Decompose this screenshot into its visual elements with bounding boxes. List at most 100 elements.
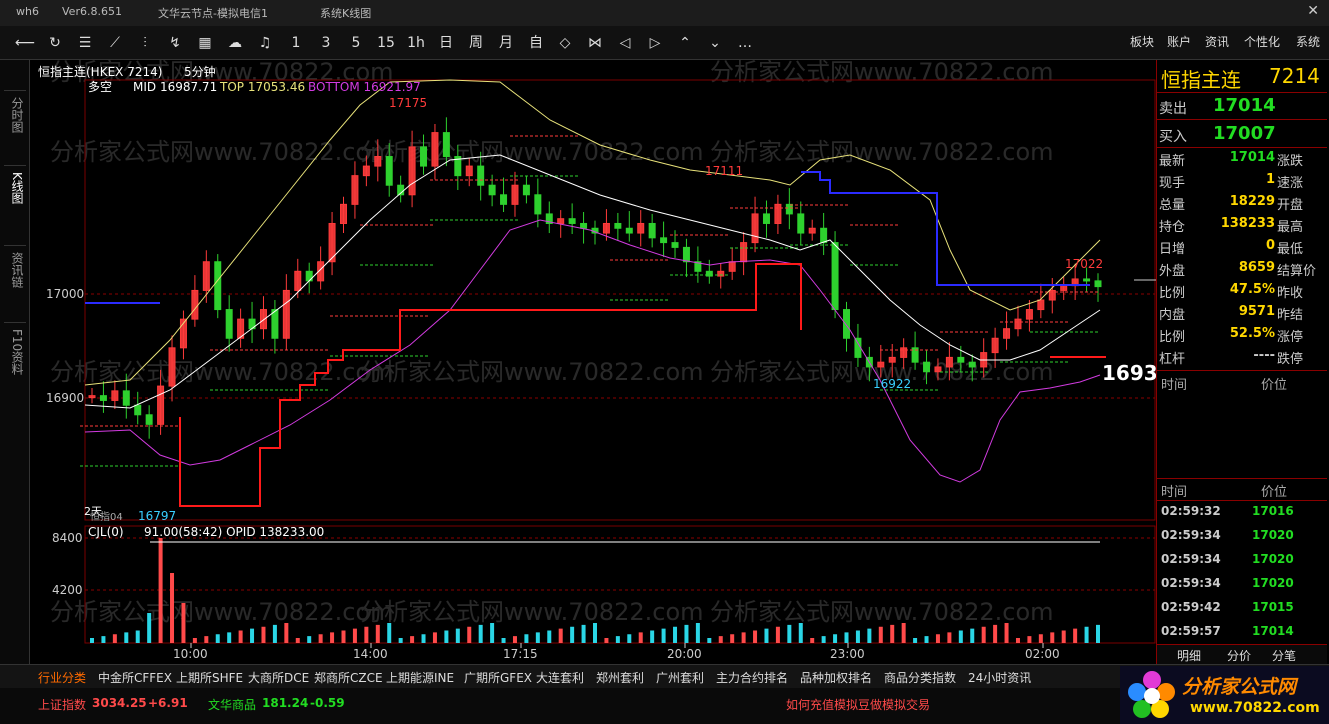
chart-canvas[interactable]: 分析家公式网www.70822.com 分析家公式网www.70822.com 分析… [30, 60, 1156, 664]
candle-fill [900, 347, 907, 358]
candle-fill [934, 366, 941, 372]
close-icon[interactable]: ✕ [1307, 3, 1319, 19]
menu-system[interactable]: 系统 [1296, 33, 1320, 50]
tick-icon[interactable]: ↯ [164, 32, 186, 54]
period-2[interactable]: 3 [316, 32, 336, 54]
quote-row: 比例 52.5% 涨停 [1157, 326, 1327, 347]
period-3[interactable]: 5 [346, 32, 366, 54]
candle-fill [1060, 285, 1067, 291]
candle-fill [580, 223, 587, 229]
menu-news[interactable]: 资讯 [1205, 33, 1229, 50]
period-5[interactable]: 1h [406, 32, 426, 54]
kline-chart[interactable]: 分析家公式网www.70822.com 分析家公式网www.70822.com 分析… [30, 60, 1156, 664]
exchange-tab[interactable]: 大连套利 [536, 669, 584, 686]
quote-row: 比例 47.5% 昨收 [1157, 282, 1327, 303]
exchange-tab[interactable]: 主力合约排名 [716, 669, 788, 686]
more-icon[interactable]: … [734, 32, 756, 54]
move-left-icon[interactable]: ◁ [616, 32, 634, 54]
period-6[interactable]: 日 [436, 32, 456, 54]
candle-fill [877, 362, 884, 367]
high-label: 17175 [389, 96, 427, 110]
tab-detail[interactable]: 明细 [1177, 647, 1201, 664]
exchange-tab[interactable]: 商品分类指数 [884, 669, 956, 686]
candle-fill [306, 271, 313, 281]
menu-account[interactable]: 账户 [1167, 33, 1191, 50]
quote-row-label: 最新 [1159, 154, 1186, 169]
tab-news-chain[interactable]: 资讯链 [4, 245, 26, 294]
period-7[interactable]: 周 [466, 32, 486, 54]
candle-fill [1014, 319, 1021, 329]
candle-fill [443, 132, 450, 157]
tab-kline[interactable]: K线图 [4, 165, 26, 210]
tick-price: 17014 [1252, 624, 1294, 638]
volume-bar [913, 638, 918, 643]
tab-price-distribution[interactable]: 分价 [1227, 647, 1251, 664]
exchange-tab[interactable]: 郑州套利 [596, 669, 644, 686]
volume-label[interactable]: CJL(0) [88, 525, 124, 539]
menu-personalize[interactable]: 个性化 [1244, 33, 1280, 50]
volume-bar [398, 638, 403, 643]
line-chart-icon[interactable]: ⟋ [104, 32, 126, 54]
index2-value: 181.24 [262, 696, 309, 710]
tab-trades[interactable]: 分笔 [1272, 647, 1296, 664]
exchange-tab[interactable]: 郑商所CZCE [314, 669, 383, 686]
move-right-icon[interactable]: ▷ [646, 32, 664, 54]
up-icon[interactable]: ⌃ [676, 32, 694, 54]
chart-symbol[interactable]: 恒指主连(HKEX 7214) [38, 64, 162, 79]
exchange-tab[interactable]: 上期能源INE [386, 669, 454, 686]
candle-fill [992, 338, 999, 353]
indicator-name[interactable]: 多空 [88, 80, 112, 94]
tick-price: 17020 [1252, 576, 1294, 590]
list-icon[interactable]: ☰ [74, 32, 96, 54]
zoom-out-icon[interactable]: ⋈ [586, 32, 604, 54]
candle-fill [283, 290, 290, 339]
candle-fill [123, 390, 130, 406]
y-tick-label: 16900 [46, 391, 84, 405]
candle-fill [603, 223, 610, 234]
exchange-tab[interactable]: 广期所GFEX [464, 669, 532, 686]
index1-name[interactable]: 上证指数 [38, 696, 86, 713]
watermark-text: 分析家公式网www.70822.com [710, 60, 1054, 86]
refresh-icon[interactable]: ↻ [44, 32, 66, 54]
volume-bar [181, 603, 186, 643]
volume-bar [524, 634, 529, 643]
quote-row-label-right: 跌停 [1277, 352, 1304, 367]
exchange-tab[interactable]: 行业分类 [38, 669, 86, 686]
price-header: 价位 [1261, 378, 1288, 393]
volume-bar [295, 638, 300, 643]
watermark-text: 分析家公式网www.70822.com [360, 598, 704, 626]
exchange-tab[interactable]: 品种加权排名 [800, 669, 872, 686]
zoom-in-icon[interactable]: ◇ [556, 32, 574, 54]
tab-f10[interactable]: F10资料 [4, 322, 26, 381]
exchange-tab[interactable]: 上期所SHFE [176, 669, 243, 686]
period-9[interactable]: 自 [526, 32, 546, 54]
volume-bar [158, 538, 163, 643]
quote-row-label-right: 涨停 [1277, 330, 1304, 345]
exchange-tab[interactable]: 24小时资讯 [968, 669, 1031, 686]
candle-fill [534, 194, 541, 214]
volume-bar [1027, 636, 1032, 643]
period-4[interactable]: 15 [376, 32, 396, 54]
cloud-icon[interactable]: ☁ [224, 32, 246, 54]
quote-row: 杠杆 ---- 跌停 [1157, 348, 1327, 369]
candle-fill [89, 395, 95, 398]
promo-link[interactable]: 如何充值模拟豆做模拟交易 [786, 696, 930, 713]
tab-timeshare[interactable]: 分时图 [4, 90, 26, 139]
candle-fill [774, 204, 781, 224]
kline-icon[interactable]: ⫶ [134, 32, 156, 54]
exchange-tab[interactable]: 大商所DCE [248, 669, 309, 686]
menu-bankuai[interactable]: 板块 [1130, 33, 1154, 50]
exchange-tab[interactable]: 中金所CFFEX [98, 669, 172, 686]
down-icon[interactable]: ⌄ [706, 32, 724, 54]
bid-label: 买入 [1159, 129, 1187, 145]
period-8[interactable]: 月 [496, 32, 516, 54]
index2-name[interactable]: 文华商品 [208, 696, 256, 713]
watermark-text: 分析家公式网www.70822.com [50, 138, 394, 166]
grid-icon[interactable]: ▦ [194, 32, 216, 54]
bell-icon[interactable]: ♫ [254, 32, 276, 54]
volume-bar [1096, 624, 1100, 643]
back-icon[interactable]: ⟵ [14, 32, 36, 54]
period-selector[interactable]: 5分钟 [184, 64, 216, 79]
exchange-tab[interactable]: 广州套利 [656, 669, 704, 686]
period-1[interactable]: 1 [286, 32, 306, 54]
